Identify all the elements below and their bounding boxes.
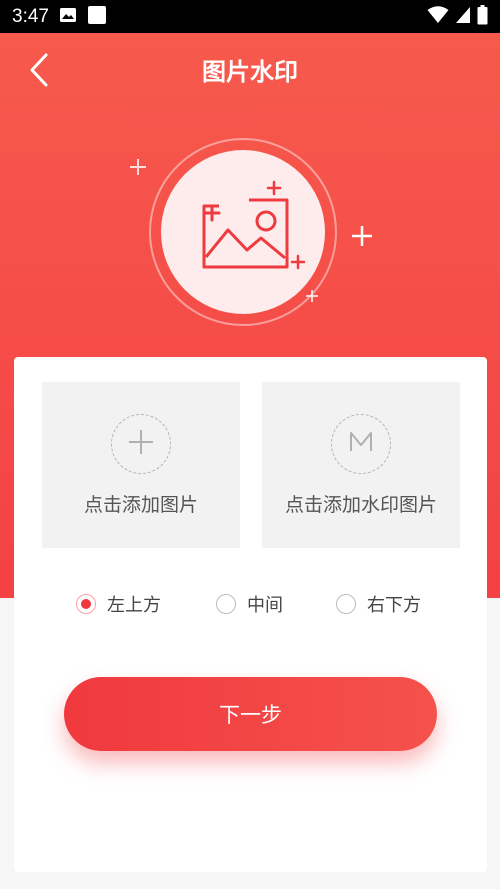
wifi-icon [427, 5, 449, 28]
tile-icon-circle [331, 414, 391, 474]
plus-icon [127, 428, 155, 460]
option-center[interactable]: 中间 [216, 591, 283, 617]
tile-icon-circle [111, 414, 171, 474]
radio-center[interactable] [216, 594, 236, 614]
option-label: 左上方 [107, 595, 161, 616]
option-bottom-right[interactable]: 右下方 [336, 591, 421, 617]
add-image-tile[interactable]: 点击添加图片 [42, 382, 240, 548]
add-watermark-tile[interactable]: 点击添加水印图片 [262, 382, 460, 548]
radio-selected-dot [81, 599, 91, 609]
option-label: 右下方 [367, 595, 421, 616]
radio-bottom-right[interactable] [336, 594, 356, 614]
option-top-left[interactable]: 左上方 [76, 591, 161, 617]
add-image-label: 点击添加图片 [83, 494, 198, 516]
image-icon [59, 7, 77, 27]
battery-icon [477, 4, 488, 29]
status-time: 3:47 [12, 5, 49, 27]
add-watermark-label: 点击添加水印图片 [284, 494, 437, 516]
radio-top-left[interactable] [76, 594, 96, 614]
square-notification-icon [87, 5, 107, 29]
hero-illustration [115, 130, 385, 340]
next-button[interactable]: 下一步 [64, 677, 437, 751]
m-letter-icon [348, 431, 374, 457]
back-button[interactable] [22, 52, 56, 92]
cellular-signal-icon [455, 6, 471, 28]
page-title: 图片水印 [202, 58, 298, 86]
option-label: 中间 [247, 595, 283, 616]
position-options: 左上方 中间 右下方 [14, 591, 487, 617]
settings-card: 点击添加图片 点击添加水印图片 左上方 中间 右下方 下一步 [14, 357, 487, 872]
chevron-left-icon [29, 53, 49, 91]
status-bar: 3:47 [0, 0, 500, 33]
